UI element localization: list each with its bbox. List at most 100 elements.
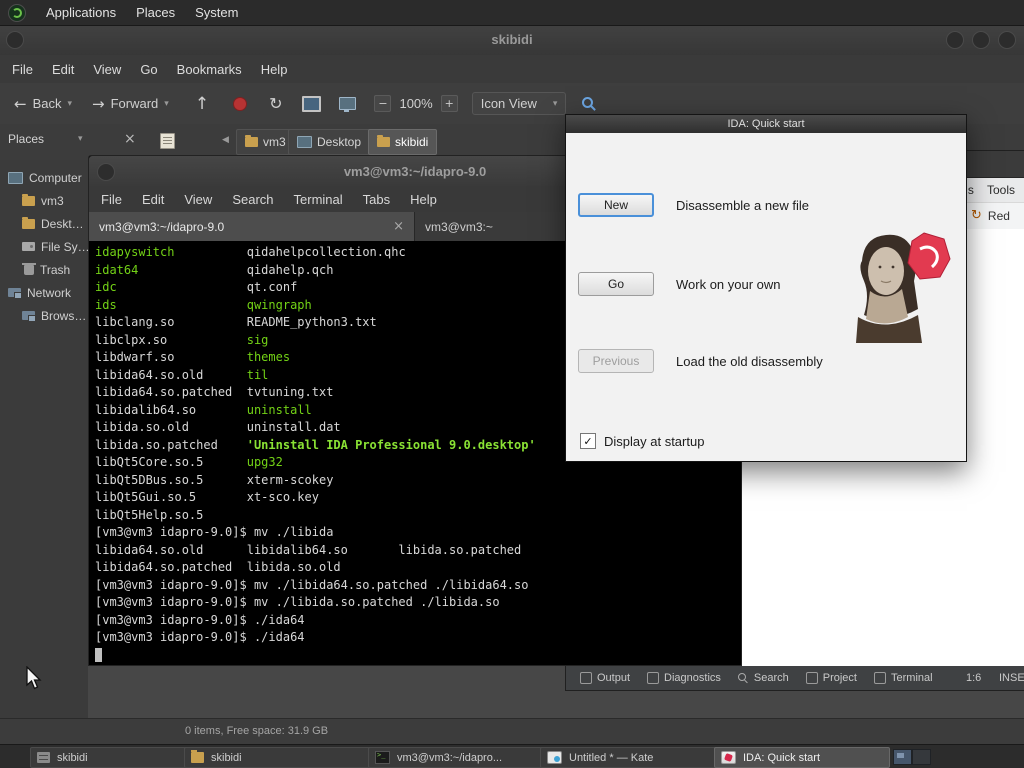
disk-icon bbox=[22, 242, 35, 251]
terminal-icon bbox=[375, 751, 390, 764]
forward-button[interactable]: → Forward ▾ bbox=[92, 95, 169, 113]
terminal-tab-idapro[interactable]: vm3@vm3:~/idapro-9.0 × bbox=[89, 212, 415, 241]
kate-menu-tools[interactable]: s Tools bbox=[968, 183, 1015, 197]
taskbar-button-skibidi-1[interactable]: skibidi bbox=[30, 747, 194, 768]
insert-mode-indicator[interactable]: INSERT bbox=[999, 672, 1024, 684]
sidebar-item-desktop[interactable]: Deskt… bbox=[0, 212, 88, 235]
kate-project-tab[interactable]: Project bbox=[805, 672, 857, 684]
workspace-1[interactable] bbox=[893, 749, 912, 765]
terminal-line: libQt5Gui.so.5 xt-sco.key bbox=[95, 490, 319, 504]
reload-button[interactable]: ↻ bbox=[269, 94, 282, 113]
path-button-desktop[interactable]: Desktop bbox=[288, 129, 371, 155]
display-at-startup-checkbox[interactable]: ✓ Display at startup bbox=[580, 433, 704, 449]
term-menu-search[interactable]: Search bbox=[232, 192, 273, 207]
taskbar-button-ida[interactable]: IDA: Quick start bbox=[714, 747, 890, 768]
fm-menu-bookmarks[interactable]: Bookmarks bbox=[177, 62, 242, 77]
term-menu-terminal[interactable]: Terminal bbox=[294, 192, 343, 207]
fm-menubar: File Edit View Go Bookmarks Help bbox=[0, 55, 1024, 83]
kate-output-tab[interactable]: Output bbox=[580, 672, 630, 684]
fm-sidebar: Computer vm3 Deskt… File Sy… Trash Netwo… bbox=[0, 160, 89, 719]
kate-terminal-tab[interactable]: Terminal bbox=[874, 672, 933, 684]
folder-icon bbox=[22, 216, 35, 229]
terminal-line: [vm3@vm3 idapro-9.0]$ mv ./libida bbox=[95, 525, 334, 539]
checkbox-checked-icon[interactable]: ✓ bbox=[580, 433, 596, 449]
previous-button[interactable]: Previous bbox=[578, 349, 654, 373]
fm-menu-edit[interactable]: Edit bbox=[52, 62, 74, 77]
sidebar-item-network[interactable]: Network bbox=[0, 281, 88, 304]
kate-diagnostics-tab[interactable]: Diagnostics bbox=[647, 672, 721, 684]
ida-dialog-titlebar[interactable]: IDA: Quick start bbox=[566, 115, 966, 133]
output-icon bbox=[580, 672, 592, 684]
edit-location-icon[interactable] bbox=[160, 133, 175, 149]
file-cabinet-icon bbox=[37, 752, 50, 763]
workspace-2[interactable] bbox=[912, 749, 931, 765]
fm-menu-go[interactable]: Go bbox=[140, 62, 157, 77]
fm-menu-help[interactable]: Help bbox=[261, 62, 288, 77]
back-dropdown-icon[interactable]: ▾ bbox=[67, 99, 72, 109]
fm-menu-file[interactable]: File bbox=[12, 62, 33, 77]
taskbar-button-terminal[interactable]: vm3@vm3:~/idapro... bbox=[368, 747, 550, 768]
sidebar-item-computer[interactable]: Computer bbox=[0, 166, 88, 189]
back-button[interactable]: ← Back ▾ bbox=[14, 95, 72, 113]
search-button[interactable] bbox=[582, 96, 596, 111]
zoom-out-button[interactable]: − bbox=[374, 95, 392, 112]
terminal-line: [vm3@vm3 idapro-9.0]$ ./ida64 bbox=[95, 612, 305, 627]
maximize-button[interactable] bbox=[972, 31, 990, 49]
sidebar-item-filesystem[interactable]: File Sy… bbox=[0, 235, 88, 258]
sidepane-close-icon[interactable]: × bbox=[124, 131, 136, 147]
computer-button[interactable] bbox=[339, 97, 357, 112]
terminal-line: libQt5DBus.so.5 xterm-scokey bbox=[95, 472, 334, 487]
ida-dialog-title: IDA: Quick start bbox=[727, 118, 805, 130]
fm-statusbar: 0 items, Free space: 31.9 GB bbox=[0, 718, 1024, 744]
view-mode-dropdown[interactable]: Icon View ▾ bbox=[471, 92, 567, 115]
view-mode-chevron-icon: ▾ bbox=[552, 98, 558, 109]
minimize-button[interactable] bbox=[946, 31, 964, 49]
terminal-line: [vm3@vm3 idapro-9.0]$ mv ./libida.so.pat… bbox=[95, 595, 500, 609]
new-button[interactable]: New bbox=[578, 193, 654, 217]
sidebar-item-trash[interactable]: Trash bbox=[0, 258, 88, 281]
menu-places[interactable]: Places bbox=[136, 5, 175, 20]
forward-label: Forward bbox=[110, 96, 159, 111]
cursor-position[interactable]: 1:6 bbox=[966, 672, 981, 684]
home-button[interactable] bbox=[302, 95, 322, 112]
distro-menu-icon[interactable] bbox=[8, 3, 26, 22]
ida-dialog-body: New Disassemble a new file Go Work on yo… bbox=[566, 133, 966, 461]
terminal-line: libQt5Help.so.5 bbox=[95, 507, 204, 522]
fm-menu-view[interactable]: View bbox=[93, 62, 121, 77]
terminal-line: [vm3@vm3 idapro-9.0]$ ./ida64 bbox=[95, 630, 305, 644]
taskbar-button-kate[interactable]: Untitled * — Kate bbox=[540, 747, 724, 768]
path-button-vm3[interactable]: vm3 bbox=[236, 129, 295, 155]
sidebar-item-browse-network[interactable]: Brows… bbox=[0, 304, 88, 327]
ida-logo bbox=[856, 232, 951, 343]
desktop: Applications Places System skibidi File … bbox=[0, 0, 1024, 768]
term-menu-tabs[interactable]: Tabs bbox=[363, 192, 390, 207]
term-menu-view[interactable]: View bbox=[184, 192, 212, 207]
up-button[interactable]: ↑ bbox=[195, 94, 209, 114]
tab-close-icon[interactable]: × bbox=[385, 219, 404, 234]
kate-statusbar: Output Diagnostics Search Project Termin… bbox=[566, 666, 1024, 690]
term-menu-file[interactable]: File bbox=[101, 192, 122, 207]
close-button[interactable] bbox=[998, 31, 1016, 49]
stop-button[interactable] bbox=[233, 96, 248, 111]
kate-search-tab[interactable]: Search bbox=[737, 672, 789, 684]
go-description: Work on your own bbox=[676, 276, 781, 292]
go-button[interactable]: Go bbox=[578, 272, 654, 296]
fm-titlebar[interactable]: skibidi bbox=[0, 25, 1024, 56]
path-button-skibidi[interactable]: skibidi bbox=[368, 129, 438, 155]
new-description: Disassemble a new file bbox=[676, 197, 809, 213]
term-menu-edit[interactable]: Edit bbox=[142, 192, 164, 207]
sidebar-item-vm3[interactable]: vm3 bbox=[0, 189, 88, 212]
zoom-in-button[interactable]: + bbox=[440, 95, 458, 112]
taskbar-button-skibidi-2[interactable]: skibidi bbox=[184, 747, 378, 768]
folder-icon bbox=[22, 193, 35, 206]
desktop-icon bbox=[297, 136, 312, 148]
forward-dropdown-icon[interactable]: ▾ bbox=[164, 99, 169, 109]
redo-button[interactable]: ↻ Red bbox=[971, 208, 1010, 223]
path-scroll-left-icon[interactable]: ◀ bbox=[222, 135, 229, 145]
menu-applications[interactable]: Applications bbox=[46, 5, 116, 20]
places-dropdown[interactable]: Places ▾ bbox=[8, 132, 83, 146]
term-menu-help[interactable]: Help bbox=[410, 192, 437, 207]
workspace-switcher[interactable] bbox=[893, 749, 931, 765]
menu-system[interactable]: System bbox=[195, 5, 238, 20]
view-mode-label: Icon View bbox=[480, 96, 537, 111]
